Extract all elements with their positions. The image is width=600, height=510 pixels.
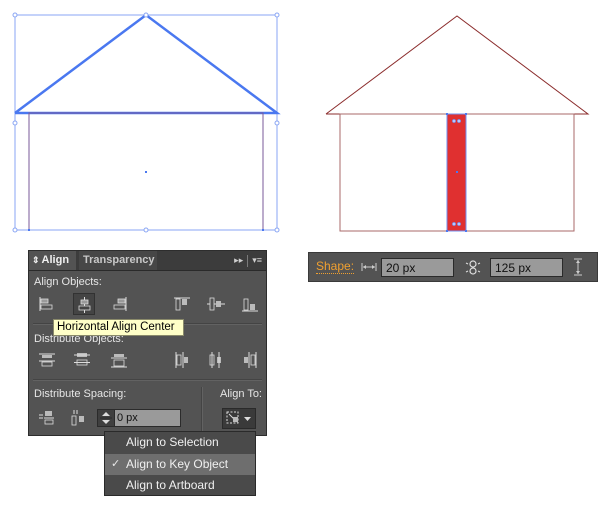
height-input[interactable] (490, 258, 563, 277)
horizontal-align-left-icon (39, 297, 53, 311)
left-house-roof[interactable] (14, 13, 281, 115)
handle-middle-right[interactable] (274, 120, 280, 126)
horizontal-distribute-right-button[interactable] (239, 349, 261, 371)
menu-item-label: Align to Key Object (126, 457, 229, 471)
handle-bottom-center[interactable] (143, 227, 149, 233)
vertical-distribute-bottom-icon (111, 354, 127, 368)
selection-handles[interactable] (12, 12, 280, 233)
width-input[interactable] (381, 258, 454, 277)
menu-item-align-to-artboard[interactable]: Align to Artboard (105, 475, 255, 496)
vertical-distribute-bottom-button[interactable] (108, 349, 130, 371)
vertical-distribute-center-icon (74, 353, 90, 366)
menu-item-label: Align to Artboard (126, 478, 215, 492)
align-objects-label: Align Objects: (34, 276, 102, 288)
panel-menu-icon[interactable]: ▾≡ (252, 255, 262, 265)
vertical-align-center-icon (207, 297, 225, 311)
spacing-stepper[interactable] (97, 409, 181, 427)
horizontal-distribute-left-icon (175, 352, 188, 368)
tab-transparency[interactable]: Transparency (79, 251, 157, 270)
vertical-distribute-center-button[interactable] (71, 349, 93, 371)
horizontal-distribute-space-button[interactable] (67, 407, 89, 429)
constrain-proportions-link-icon[interactable] (465, 259, 481, 276)
vertical-divider (201, 387, 203, 433)
handle-bottom-right[interactable] (274, 227, 280, 233)
tab-align[interactable]: ⇕ Align (29, 251, 76, 270)
door-center-point (456, 171, 458, 173)
right-house-roof[interactable] (325, 15, 590, 115)
up-down-arrows-icon (100, 412, 112, 424)
vertical-align-center-button[interactable] (205, 293, 227, 315)
horizontal-distribute-center-button[interactable] (205, 349, 227, 371)
checkmark-icon: ✓ (111, 458, 121, 470)
vertical-distribute-top-button[interactable] (36, 349, 58, 371)
align-to-dropdown-menu: Align to Selection ✓ Align to Key Object… (104, 431, 256, 496)
panel-controls: ▸▸ ▾≡ (234, 251, 262, 270)
align-to-label: Align To: (220, 388, 262, 400)
menu-item-align-to-selection[interactable]: Align to Selection (105, 432, 255, 453)
stepper-arrows[interactable] (98, 410, 115, 426)
shape-label-link[interactable]: Shape: (316, 260, 355, 274)
height-icon (574, 258, 582, 276)
horizontal-align-right-button[interactable] (109, 293, 131, 315)
menu-item-align-to-key-object[interactable]: ✓ Align to Key Object (105, 454, 255, 475)
left-house-center-point (145, 171, 147, 173)
tooltip: Horizontal Align Center (53, 319, 184, 336)
updown-icon: ⇕ (32, 255, 40, 265)
panel-tab-bar: ⇕ Align Transparency ▸▸ ▾≡ (29, 251, 266, 271)
horizontal-distribute-space-icon (71, 410, 84, 426)
horizontal-distribute-left-button[interactable] (171, 349, 193, 371)
vertical-align-top-button[interactable] (171, 293, 193, 315)
artboard-canvas[interactable] (0, 0, 600, 240)
vertical-distribute-top-icon (39, 353, 55, 367)
vertical-align-bottom-button[interactable] (239, 293, 261, 315)
vertical-distribute-space-icon (39, 411, 54, 425)
vertical-align-top-icon (174, 297, 190, 311)
selection-bounding-box (14, 14, 278, 231)
expand-panel-icon[interactable]: ▸▸ (234, 255, 243, 265)
horizontal-align-left-button[interactable] (35, 293, 57, 315)
handle-top-right[interactable] (274, 12, 280, 18)
handle-top-left[interactable] (12, 12, 18, 18)
align-to-key-object-button[interactable] (222, 408, 256, 429)
tab-transparency-label: Transparency (83, 254, 155, 266)
spacing-input[interactable] (115, 410, 180, 426)
right-house-group[interactable] (325, 15, 590, 232)
vertical-align-bottom-icon (242, 298, 258, 312)
shape-control-bar: Shape: (308, 252, 598, 282)
distribute-spacing-label: Distribute Spacing: (34, 388, 127, 400)
align-to-key-object-icon (226, 411, 251, 424)
horizontal-align-center-icon (78, 297, 91, 313)
width-icon (361, 263, 377, 271)
vertical-distribute-space-button[interactable] (36, 407, 58, 429)
chevron-down-icon (244, 417, 251, 421)
horizontal-distribute-center-icon (209, 352, 221, 368)
align-panel: ⇕ Align Transparency ▸▸ ▾≡ Align Objects: … (28, 250, 267, 436)
horizontal-align-right-icon (113, 297, 127, 311)
handle-top-center[interactable] (143, 12, 149, 18)
horizontal-align-center-button[interactable] (73, 293, 95, 315)
handle-bottom-left[interactable] (12, 227, 18, 233)
divider (247, 254, 249, 267)
left-house-group[interactable] (12, 12, 281, 233)
section-divider (33, 379, 262, 381)
horizontal-distribute-right-icon (244, 352, 257, 368)
handle-middle-left[interactable] (12, 120, 18, 126)
menu-item-label: Align to Selection (126, 435, 219, 449)
tab-align-label: Align (41, 254, 70, 266)
